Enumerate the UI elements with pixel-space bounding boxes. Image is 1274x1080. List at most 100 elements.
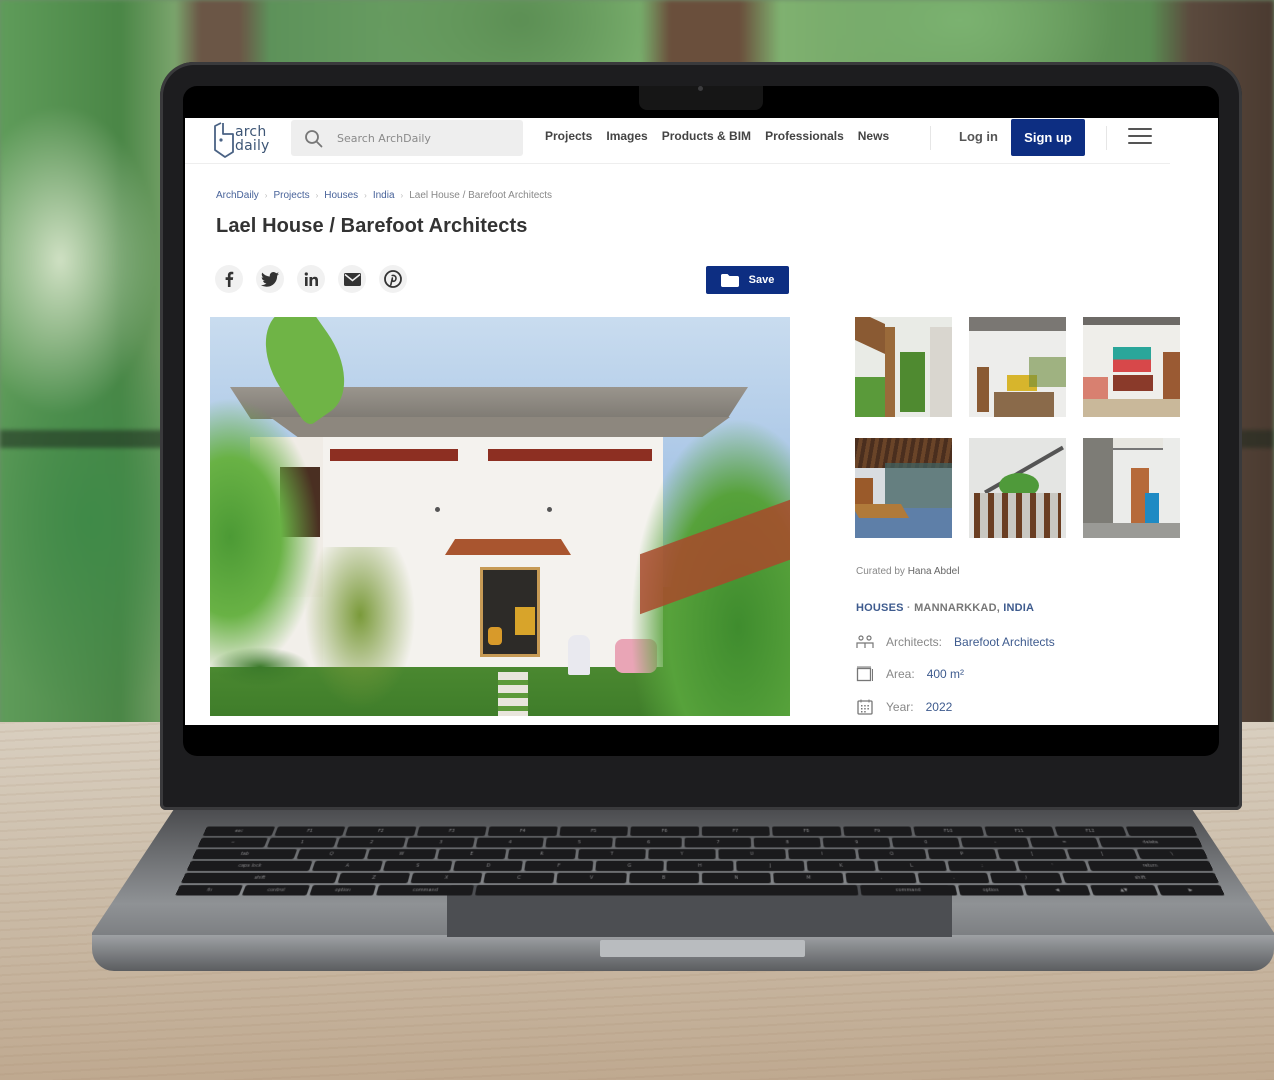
share-email-button[interactable] xyxy=(338,265,366,293)
key[interactable]: return xyxy=(1087,860,1214,872)
key[interactable]: D xyxy=(453,860,523,872)
curator-name[interactable]: Hana Abdel xyxy=(908,566,960,577)
key[interactable]: J xyxy=(736,860,805,872)
nav-professionals[interactable]: Professionals xyxy=(765,129,844,143)
key[interactable]: ; xyxy=(947,860,1018,872)
key[interactable]: delete xyxy=(1098,837,1203,848)
key[interactable]: O xyxy=(857,849,927,860)
key[interactable]: tab xyxy=(191,849,297,860)
key[interactable]: . xyxy=(917,872,990,884)
key[interactable]: 9 xyxy=(822,837,891,848)
share-pinterest-button[interactable] xyxy=(379,265,407,293)
share-twitter-button[interactable] xyxy=(256,265,284,293)
key[interactable]: fn xyxy=(175,885,244,896)
key[interactable]: X xyxy=(410,872,483,884)
key[interactable]: L xyxy=(877,860,947,872)
key[interactable]: = xyxy=(1029,837,1100,848)
key[interactable]: F8 xyxy=(772,826,842,837)
key[interactable]: control xyxy=(242,885,310,896)
key[interactable]: 3 xyxy=(406,837,475,848)
key[interactable]: option xyxy=(957,885,1025,896)
key[interactable]: , xyxy=(845,872,918,884)
key[interactable]: P xyxy=(927,849,997,860)
location-country-link[interactable]: INDIA xyxy=(1003,602,1034,614)
search-box[interactable] xyxy=(291,120,523,156)
key[interactable]: F4 xyxy=(487,826,558,837)
key[interactable]: F2 xyxy=(345,826,417,837)
nav-news[interactable]: News xyxy=(858,129,889,143)
key[interactable]: W xyxy=(366,849,437,860)
breadcrumb-projects[interactable]: Projects xyxy=(273,190,309,201)
key[interactable]: F7 xyxy=(701,826,770,837)
breadcrumb-archdaily[interactable]: ArchDaily xyxy=(216,190,259,201)
key[interactable]: T xyxy=(577,849,646,860)
nav-projects[interactable]: Projects xyxy=(545,129,592,143)
key[interactable]: 6 xyxy=(615,837,683,848)
key[interactable]: F5 xyxy=(558,826,628,837)
save-button[interactable]: Save xyxy=(706,266,789,294)
thumbnail-2[interactable] xyxy=(969,317,1066,417)
key[interactable]: I xyxy=(787,849,857,860)
key[interactable]: shift xyxy=(1062,872,1220,884)
key[interactable]: Z xyxy=(337,872,410,884)
thumbnail-4[interactable] xyxy=(855,438,952,538)
share-facebook-button[interactable] xyxy=(215,265,243,293)
key[interactable]: F3 xyxy=(416,826,487,837)
thumbnail-1[interactable] xyxy=(855,317,952,417)
key[interactable]: shift xyxy=(180,872,338,884)
key[interactable]: H xyxy=(666,860,734,872)
key[interactable]: 1 xyxy=(266,837,337,848)
key[interactable]: G xyxy=(595,860,664,872)
key[interactable]: 7 xyxy=(684,837,752,848)
key[interactable]: S xyxy=(382,860,453,872)
space-key[interactable] xyxy=(474,885,859,896)
key[interactable]: R xyxy=(507,849,576,860)
key[interactable]: E xyxy=(436,849,507,860)
key[interactable]: V xyxy=(555,872,627,884)
key[interactable]: 0 xyxy=(891,837,961,848)
key[interactable]: \ xyxy=(1136,849,1209,860)
key[interactable]: / xyxy=(990,872,1063,884)
category-link[interactable]: HOUSES xyxy=(856,602,904,614)
key[interactable]: U xyxy=(718,849,786,860)
key[interactable]: A xyxy=(311,860,383,872)
key[interactable]: - xyxy=(960,837,1031,848)
key[interactable]: F xyxy=(524,860,594,872)
key[interactable]: ] xyxy=(1066,849,1138,860)
key[interactable]: command xyxy=(375,885,474,896)
key[interactable]: N xyxy=(701,872,772,884)
key[interactable]: ~ xyxy=(197,837,268,848)
search-icon[interactable] xyxy=(304,129,323,148)
key[interactable]: command xyxy=(859,885,958,896)
key[interactable]: B xyxy=(628,872,699,884)
signup-button[interactable]: Sign up xyxy=(1011,119,1085,156)
thumbnail-6[interactable] xyxy=(1083,438,1180,538)
key[interactable]: 4 xyxy=(475,837,544,848)
key[interactable]: 2 xyxy=(336,837,406,848)
key[interactable]: F11 xyxy=(983,826,1055,837)
breadcrumb-houses[interactable]: Houses xyxy=(324,190,358,201)
key[interactable]: ▲▼ xyxy=(1090,885,1158,896)
thumbnail-5[interactable] xyxy=(969,438,1066,538)
key[interactable]: M xyxy=(773,872,845,884)
key[interactable]: F10 xyxy=(913,826,984,837)
key[interactable]: [ xyxy=(997,849,1068,860)
key[interactable]: 5 xyxy=(545,837,613,848)
architects-link[interactable]: Barefoot Architects xyxy=(954,635,1055,649)
archdaily-logo[interactable]: arch daily xyxy=(211,120,271,160)
thumbnail-3[interactable] xyxy=(1083,317,1180,417)
hero-photo[interactable] xyxy=(210,317,790,716)
search-input[interactable] xyxy=(337,129,512,147)
key[interactable]: C xyxy=(483,872,555,884)
hamburger-icon[interactable] xyxy=(1128,128,1152,146)
nav-images[interactable]: Images xyxy=(606,129,647,143)
nav-products-bim[interactable]: Products & BIM xyxy=(662,129,751,143)
key[interactable]: K xyxy=(806,860,876,872)
key[interactable]: ▶ xyxy=(1156,885,1225,896)
power-key[interactable] xyxy=(1125,826,1198,837)
year-link[interactable]: 2022 xyxy=(926,700,953,714)
key[interactable]: F1 xyxy=(273,826,346,837)
key[interactable]: ' xyxy=(1017,860,1089,872)
share-linkedin-button[interactable] xyxy=(297,265,325,293)
breadcrumb-india[interactable]: India xyxy=(373,190,395,201)
